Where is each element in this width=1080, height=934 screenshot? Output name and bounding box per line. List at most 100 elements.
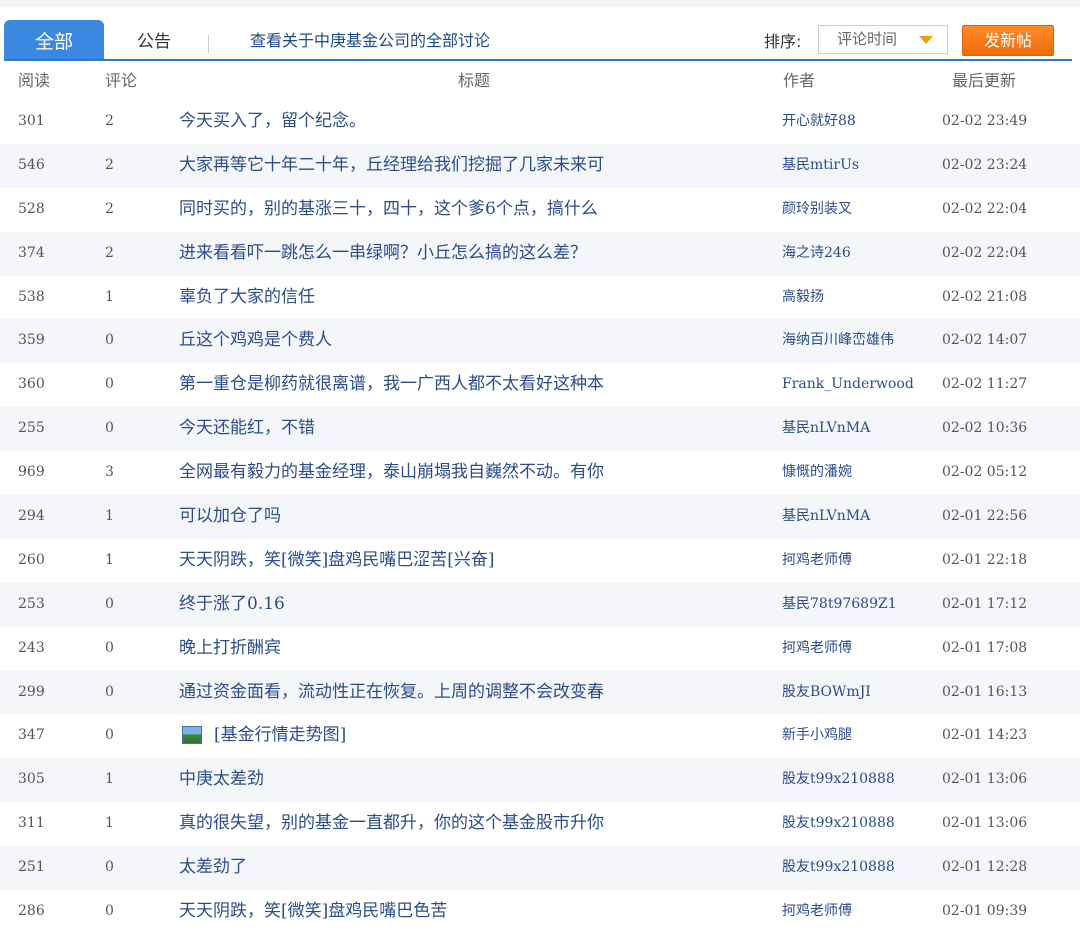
read-count: 260: [18, 551, 45, 568]
read-count: 255: [18, 420, 45, 437]
post-title-link[interactable]: 可以加仓了吗: [179, 495, 281, 539]
sort-label: 排序:: [764, 32, 802, 51]
read-count: 301: [18, 113, 45, 129]
read-count: 294: [18, 508, 45, 525]
table-row: 294 1 可以加仓了吗 基民nLVnMA 02-01 22:56: [0, 495, 1080, 539]
post-title-link[interactable]: [基金行情走势图]: [214, 714, 346, 758]
author-link[interactable]: 基民nLVnMA: [782, 407, 870, 451]
table-row: 546 2 大家再等它十年二十年，丘经理给我们挖掘了几家未来可 基民mtirUs…: [0, 143, 1080, 188]
post-title-link[interactable]: 太差劲了: [179, 846, 247, 890]
top-strip: [0, 0, 1080, 7]
author-link[interactable]: Frank_Underwood: [782, 363, 914, 407]
tab-bar: 全部 公告 查看关于中庚基金公司的全部讨论 排序: 评论时间 发新帖: [0, 20, 1080, 62]
author-link[interactable]: 股友t99x210888: [782, 758, 895, 802]
table-row: 255 0 今天还能红，不错 基民nLVnMA 02-02 10:36: [0, 407, 1080, 452]
table-header: 阅读 评论 标题 作者 最后更新: [0, 62, 1080, 100]
author-link[interactable]: 抲鸡老师傅: [782, 890, 852, 934]
comment-count: 1: [105, 771, 114, 788]
author-link[interactable]: 基民mtirUs: [782, 144, 859, 188]
post-title-link[interactable]: 辜负了大家的信任: [179, 276, 315, 320]
post-title-link[interactable]: 终于涨了0.16: [179, 583, 285, 627]
read-count: 311: [18, 815, 45, 832]
last-updated: 02-02 14:07: [942, 332, 1028, 349]
read-count: 538: [18, 288, 45, 305]
author-link[interactable]: 基民78t97689Z1: [782, 583, 897, 627]
comment-count: 1: [105, 288, 114, 305]
tab-all[interactable]: 全部: [4, 20, 104, 61]
author-link[interactable]: 海之诗246: [782, 232, 851, 276]
last-updated: 02-02 23:24: [942, 156, 1028, 173]
last-updated: 02-02 21:08: [942, 288, 1028, 305]
comment-count: 2: [105, 113, 114, 129]
table-row: 251 0 太差劲了 股友t99x210888 02-01 12:28: [0, 846, 1080, 891]
column-header-author: 作者: [783, 71, 816, 90]
chevron-down-icon: [919, 36, 933, 44]
table-row: 305 1 中庚太差劲 股友t99x210888 02-01 13:06: [0, 758, 1080, 803]
view-all-discussions-link[interactable]: 查看关于中庚基金公司的全部讨论: [250, 20, 490, 61]
post-title-link[interactable]: 晚上打折酬宾: [179, 627, 281, 671]
sort-select-value: 评论时间: [837, 30, 898, 48]
author-link[interactable]: 股友t99x210888: [782, 802, 895, 846]
post-title-link[interactable]: 今天买入了，留个纪念。: [179, 100, 366, 144]
comment-count: 0: [105, 727, 114, 744]
last-updated: 02-02 10:36: [942, 420, 1028, 437]
author-link[interactable]: 颜玲别装叉: [782, 188, 852, 232]
author-link[interactable]: 高毅扬: [782, 276, 824, 320]
sort-select[interactable]: 评论时间: [818, 25, 948, 54]
comment-count: 0: [105, 376, 114, 393]
table-row: 301 2 今天买入了，留个纪念。 开心就好88 02-02 23:49: [0, 100, 1080, 144]
last-updated: 02-01 12:28: [942, 859, 1028, 876]
new-post-button[interactable]: 发新帖: [962, 25, 1054, 56]
author-link[interactable]: 新手小鸡腿: [782, 714, 852, 758]
table-row: 311 1 真的很失望，别的基金一直都升，你的这个基金股市升你 股友t99x21…: [0, 802, 1080, 846]
post-title-link[interactable]: 天天阴跌，笑[微笑]盘鸡民嘴巴涩苦[兴奋]: [179, 539, 495, 583]
comment-count: 1: [105, 508, 114, 525]
author-link[interactable]: 基民nLVnMA: [782, 495, 870, 539]
tab-divider: [208, 35, 209, 53]
last-updated: 02-01 17:12: [942, 595, 1028, 612]
comment-count: 0: [105, 332, 114, 349]
post-title-link[interactable]: 通过资金面看，流动性正在恢复。上周的调整不会改变春: [179, 671, 604, 715]
column-header-read: 阅读: [18, 71, 51, 90]
comment-count: 2: [105, 156, 114, 173]
post-title-link[interactable]: 第一重仓是柳药就很离谱，我一广西人都不太看好这种本: [179, 363, 604, 407]
table-row: 260 1 天天阴跌，笑[微笑]盘鸡民嘴巴涩苦[兴奋] 抲鸡老师傅 02-01 …: [0, 539, 1080, 583]
read-count: 359: [18, 332, 45, 349]
comment-count: 3: [105, 464, 114, 481]
post-list: 301 2 今天买入了，留个纪念。 开心就好88 02-02 23:49 546…: [0, 100, 1080, 934]
last-updated: 02-01 13:06: [942, 771, 1028, 788]
post-title-link[interactable]: 中庚太差劲: [179, 758, 264, 802]
last-updated: 02-01 09:39: [942, 903, 1028, 920]
last-updated: 02-01 16:13: [942, 683, 1028, 700]
table-row: 538 1 辜负了大家的信任 高毅扬 02-02 21:08: [0, 276, 1080, 320]
column-header-updated: 最后更新: [952, 71, 1017, 90]
post-title-link[interactable]: 大家再等它十年二十年，丘经理给我们挖掘了几家未来可: [179, 144, 604, 188]
author-link[interactable]: 海纳百川峰峦雄伟: [782, 319, 894, 363]
read-count: 360: [18, 376, 45, 393]
post-title-link[interactable]: 全网最有毅力的基金经理，泰山崩塌我自巍然不动。有你: [179, 451, 604, 495]
last-updated: 02-01 13:06: [942, 815, 1028, 832]
tab-notice[interactable]: 公告: [137, 20, 171, 61]
last-updated: 02-01 14:23: [942, 727, 1028, 744]
table-row: 528 2 同时买的，别的基涨三十，四十，这个爹6个点，搞什么 颜玲别装叉 02…: [0, 188, 1080, 232]
read-count: 251: [18, 859, 45, 876]
author-link[interactable]: 开心就好88: [782, 100, 856, 144]
post-title-link[interactable]: 真的很失望，别的基金一直都升，你的这个基金股市升你: [179, 802, 604, 846]
table-row: 286 0 天天阴跌，笑[微笑]盘鸡民嘴巴色苦 抲鸡老师傅 02-01 09:3…: [0, 890, 1080, 934]
post-title-link[interactable]: 丘这个鸡鸡是个费人: [179, 319, 332, 363]
post-title-link[interactable]: 天天阴跌，笑[微笑]盘鸡民嘴巴色苦: [179, 890, 447, 934]
read-count: 299: [18, 683, 45, 700]
table-row: 374 2 进来看看吓一跳怎么一串绿啊？小丘怎么搞的这么差？ 海之诗246 02…: [0, 231, 1080, 276]
author-link[interactable]: 抲鸡老师傅: [782, 627, 852, 671]
author-link[interactable]: 抲鸡老师傅: [782, 539, 852, 583]
author-link[interactable]: 股友BOWmJI: [782, 671, 871, 715]
read-count: 253: [18, 595, 45, 612]
comment-count: 1: [105, 815, 114, 832]
read-count: 969: [18, 464, 45, 481]
comment-count: 2: [105, 244, 114, 261]
post-title-link[interactable]: 同时买的，别的基涨三十，四十，这个爹6个点，搞什么: [179, 188, 598, 232]
author-link[interactable]: 股友t99x210888: [782, 846, 895, 890]
post-title-link[interactable]: 今天还能红，不错: [179, 407, 315, 451]
author-link[interactable]: 慷慨的潘婉: [782, 451, 852, 495]
post-title-link[interactable]: 进来看看吓一跳怎么一串绿啊？小丘怎么搞的这么差？: [179, 232, 587, 276]
